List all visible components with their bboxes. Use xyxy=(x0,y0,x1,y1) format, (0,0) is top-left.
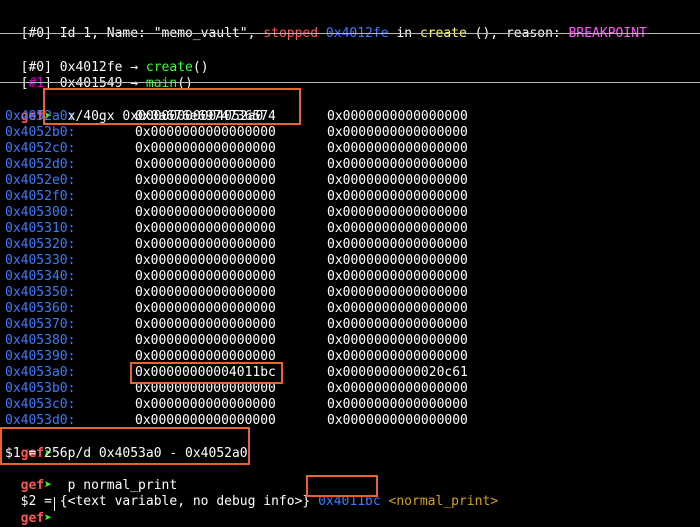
memory-value: 0x0000000000000000 xyxy=(327,109,468,124)
memory-value: 0x0000000000000000 xyxy=(135,141,276,156)
memory-value: 0x0000000000000000 xyxy=(327,173,468,188)
gef-prompt: gef xyxy=(20,511,45,526)
command-line-print-func[interactable]: gef➤ p normal_print xyxy=(5,462,178,493)
highlight-box-diff xyxy=(0,427,250,465)
memory-value: 0x0000000000000000 xyxy=(135,125,276,140)
memory-value: 0x0000000000000000 xyxy=(135,397,276,412)
memory-address: 0x4053c0: xyxy=(5,397,76,412)
trace-line: [#1] 0x401549 → main() xyxy=(20,76,193,91)
memory-value: 0x0000000000000000 xyxy=(327,125,468,140)
memory-value: 0x0000000000020c61 xyxy=(327,365,468,380)
memory-value: 0x0000000000000000 xyxy=(135,301,276,316)
memory-value: 0x0000000000000000 xyxy=(327,237,468,252)
memory-value: 0x0000000000000000 xyxy=(135,189,276,204)
memory-value: 0x0000000000000000 xyxy=(327,141,468,156)
memory-value: 0x0000000000000000 xyxy=(135,221,276,236)
memory-address: 0x4053b0: xyxy=(5,381,76,396)
memory-value: 0x0000000000000000 xyxy=(135,173,276,188)
function-symbol: <normal_print> xyxy=(388,494,499,509)
memory-value: 0x0000000000000000 xyxy=(327,301,468,316)
input-prompt-line[interactable]: gef➤ xyxy=(5,495,52,526)
memory-value: 0x0000000000000000 xyxy=(135,253,276,268)
memory-value: 0x0000000000000000 xyxy=(327,269,468,284)
highlight-box-func-address xyxy=(306,475,378,497)
memory-address: 0x405380: xyxy=(5,333,76,348)
command-output: $2 = {<text variable, no debug info>} 0x… xyxy=(20,494,499,509)
memory-value: 0x0000000000000000 xyxy=(327,317,468,332)
memory-value: 0x0000000000000000 xyxy=(327,397,468,412)
separator-line xyxy=(0,82,700,83)
memory-address: 0x405320: xyxy=(5,237,76,252)
memory-value: 0x0000000000000000 xyxy=(327,157,468,172)
memory-value: 0x0000000000000000 xyxy=(135,285,276,300)
memory-address: 0x4052d0: xyxy=(5,157,76,172)
memory-address: 0x405330: xyxy=(5,253,76,268)
memory-address: 0x405370: xyxy=(5,317,76,332)
memory-value: 0x0000000000000000 xyxy=(135,237,276,252)
memory-value: 0x0000000000000000 xyxy=(327,253,468,268)
memory-value: 0x0000000000000000 xyxy=(135,317,276,332)
text-cursor[interactable] xyxy=(54,497,55,511)
memory-address: 0x405350: xyxy=(5,285,76,300)
memory-value: 0x0000000000000000 xyxy=(135,333,276,348)
memory-value: 0x0000000000000000 xyxy=(135,157,276,172)
memory-address: 0x405340: xyxy=(5,269,76,284)
memory-address: 0x4053a0: xyxy=(5,365,76,380)
thread-status-line: [#0] Id 1, Name: "memo_vault", stopped 0… xyxy=(20,26,647,41)
memory-value: 0x0000000000000000 xyxy=(327,205,468,220)
memory-value: 0x0000000000000000 xyxy=(327,221,468,236)
separator-line xyxy=(0,33,700,34)
memory-address: 0x405300: xyxy=(5,205,76,220)
memory-value: 0x0000000000000000 xyxy=(327,285,468,300)
memory-address: 0x405390: xyxy=(5,349,76,364)
memory-value: 0x0a676e6974736574 xyxy=(135,109,276,124)
memory-address: 0x4052c0: xyxy=(5,141,76,156)
memory-address: 0x4052a0: xyxy=(5,109,76,124)
memory-value: 0x0000000000000000 xyxy=(327,413,468,428)
memory-address: 0x4052f0: xyxy=(5,189,76,204)
memory-address: 0x405360: xyxy=(5,301,76,316)
memory-value: 0x0000000000000000 xyxy=(135,269,276,284)
memory-value: 0x0000000000000000 xyxy=(327,349,468,364)
memory-address: 0x4052e0: xyxy=(5,173,76,188)
memory-address: 0x405310: xyxy=(5,221,76,236)
trace-index: #1 xyxy=(28,76,45,91)
memory-value: 0x0000000000000000 xyxy=(327,333,468,348)
memory-value: 0x0000000000000000 xyxy=(135,205,276,220)
memory-value: 0x0000000000000000 xyxy=(327,381,468,396)
highlight-box-pointer xyxy=(130,362,283,384)
memory-address: 0x4052b0: xyxy=(5,125,76,140)
trace-line: [#0] 0x4012fe → create() xyxy=(20,60,209,75)
prompt-arrow-icon: ➤ xyxy=(44,511,52,526)
memory-value: 0x0000000000000000 xyxy=(327,189,468,204)
